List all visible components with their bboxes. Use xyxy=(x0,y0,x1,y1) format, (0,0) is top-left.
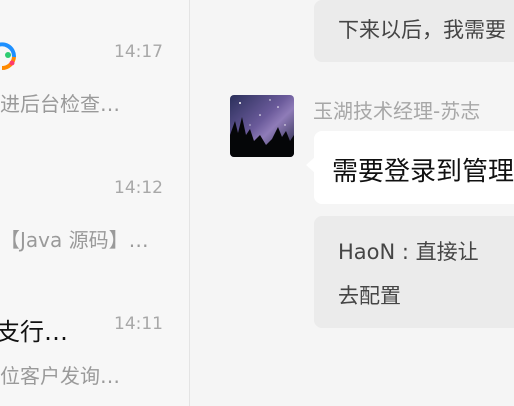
sender-name: 玉湖技术经理-苏志 xyxy=(313,99,481,123)
avatar-image xyxy=(230,95,294,157)
chat-time: 14:17 xyxy=(114,42,163,62)
quote-body: : 直接让 xyxy=(401,240,479,264)
chat-preview: 【Java 源码】… xyxy=(0,228,149,252)
chat-preview: 位客户发询… xyxy=(0,364,120,388)
chat-title: 支行… xyxy=(0,318,68,346)
quote-text-line2: 去配置 xyxy=(338,284,401,308)
app-logo-icon xyxy=(0,42,16,71)
quote-text: HaoN : 直接让 xyxy=(338,236,479,266)
chat-list-item[interactable]: 14:17 进后台检查… xyxy=(0,0,189,136)
chat-list-item[interactable]: 支行… 14:11 位客户发询… xyxy=(0,272,189,406)
message-bubble: 需要登录到管理 xyxy=(306,131,514,204)
message-bubble: 下来以后，我需要 xyxy=(314,0,514,62)
conversation-panel: 下来以后，我需要 玉湖技术经理-苏志 需要登录到管理 HaoN : 直接让 去配… xyxy=(191,0,514,406)
quoted-message[interactable]: HaoN : 直接让 去配置 xyxy=(314,216,514,328)
sender-avatar[interactable] xyxy=(230,95,294,157)
quote-author: HaoN xyxy=(338,240,402,264)
chat-preview: 进后台检查… xyxy=(0,92,120,116)
chat-list-panel: 14:17 进后台检查… 14:12 【Java 源码】… 支行… 14:11 … xyxy=(0,0,190,406)
chat-time: 14:11 xyxy=(114,314,163,334)
chat-list-item[interactable]: 14:12 【Java 源码】… xyxy=(0,136,189,272)
message-text: 下来以后，我需要 xyxy=(338,18,506,42)
message-text: 需要登录到管理 xyxy=(332,157,514,187)
chat-time: 14:12 xyxy=(114,178,163,198)
